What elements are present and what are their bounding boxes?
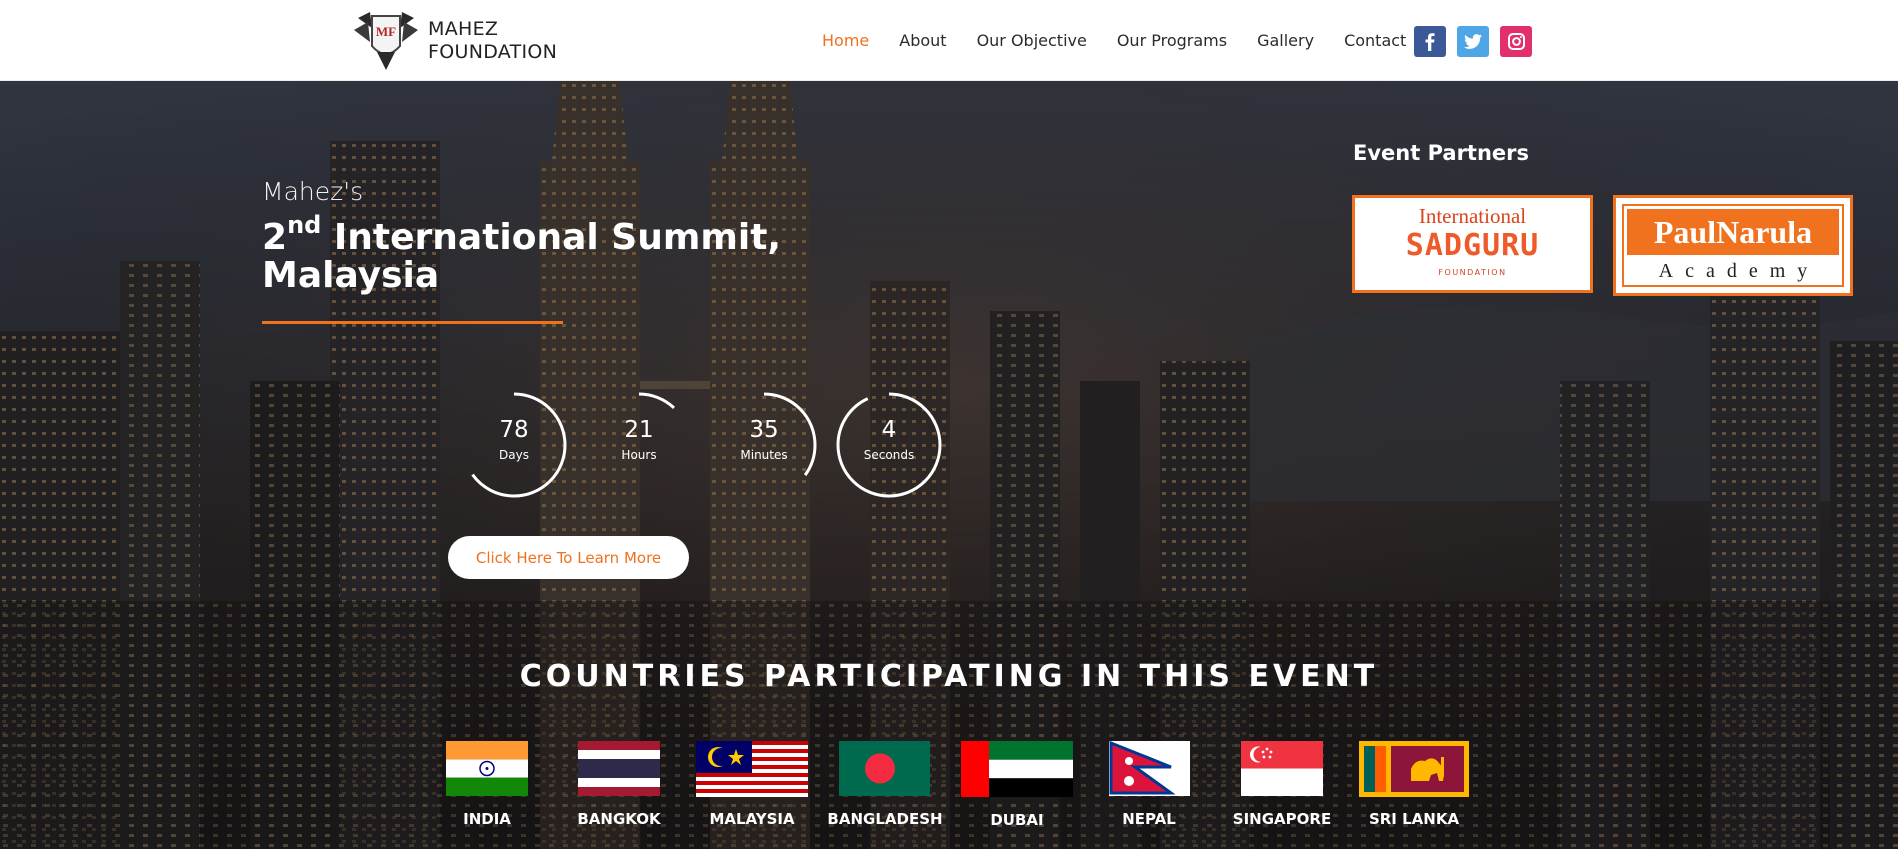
countdown-seconds: 4 Seconds — [835, 391, 943, 499]
country-label: DUBAI — [990, 811, 1044, 829]
country-bangkok: BANGKOK — [577, 741, 661, 828]
site-header: MF MAHEZ FOUNDATION Home About Our Objec… — [0, 0, 1898, 81]
countdown-hours-label: Hours — [621, 448, 657, 462]
thailand-flag-icon — [578, 741, 660, 796]
countdown-minutes-label: Minutes — [740, 448, 788, 462]
countdown-seconds-label: Seconds — [863, 448, 915, 462]
country-sri-lanka: SRI LANKA — [1359, 741, 1469, 828]
hero-section: Mahez's 2nd International Summit, Malays… — [0, 81, 1898, 849]
headline-ordinal-suffix: nd — [287, 211, 322, 239]
nav-our-objective[interactable]: Our Objective — [977, 31, 1087, 50]
hero-headline: 2nd International Summit, Malaysia — [262, 213, 822, 296]
countdown-minutes: 35 Minutes — [710, 391, 818, 499]
nepal-flag-icon — [1109, 741, 1190, 796]
logo-line-2: FOUNDATION — [428, 41, 558, 63]
social-links — [1414, 26, 1532, 57]
site-logo[interactable]: MF MAHEZ FOUNDATION — [350, 8, 565, 72]
sadguru-logo-top: International — [1418, 204, 1527, 228]
nav-about[interactable]: About — [899, 31, 946, 50]
country-label: BANGKOK — [577, 810, 661, 828]
paulnarula-logo-top: PaulNarula — [1627, 209, 1839, 255]
country-label: BANGLADESH — [827, 810, 943, 828]
countdown-days-ring — [461, 392, 567, 498]
country-india: INDIA — [446, 741, 528, 828]
srilanka-flag-icon — [1359, 741, 1469, 797]
logo-line-1: MAHEZ — [428, 18, 499, 40]
headline-location: Malaysia — [262, 255, 440, 296]
countdown-seconds-ring — [836, 392, 942, 498]
country-bangladesh: BANGLADESH — [827, 741, 943, 828]
countdown-hours-ring — [586, 392, 692, 498]
headline-ordinal: 2 — [262, 217, 288, 258]
main-nav: Home About Our Objective Our Programs Ga… — [822, 0, 1436, 81]
partner-paulnarula-logo[interactable]: PaulNarula Academy — [1613, 195, 1853, 296]
country-label: NEPAL — [1122, 810, 1176, 828]
countdown-days: 78 Days — [460, 391, 568, 499]
headline-title: International Summit, — [333, 217, 782, 258]
countdown-days-label: Days — [499, 448, 529, 462]
india-flag-icon — [446, 741, 528, 796]
country-label: MALAYSIA — [709, 810, 795, 828]
country-dubai: DUBAI — [961, 741, 1073, 829]
countdown-seconds-value: 4 — [881, 417, 897, 443]
country-singapore: SINGAPORE — [1233, 741, 1331, 828]
headline-underline — [262, 321, 563, 324]
bangladesh-flag-icon — [839, 741, 930, 796]
countdown-hours: 21 Hours — [585, 391, 693, 499]
country-nepal: NEPAL — [1109, 741, 1190, 828]
countdown-days-value: 78 — [499, 417, 529, 443]
countdown-minutes-ring — [711, 392, 817, 498]
svg-text:MF: MF — [376, 24, 396, 39]
nav-home[interactable]: Home — [822, 31, 869, 50]
facebook-icon[interactable] — [1414, 26, 1446, 57]
partner-sadguru-logo[interactable]: International SADGURU FOUNDATION — [1352, 195, 1593, 293]
singapore-flag-icon — [1241, 741, 1323, 796]
uae-flag-icon — [961, 741, 1073, 797]
paulnarula-logo-frame: PaulNarula Academy — [1622, 204, 1844, 287]
country-label: SRI LANKA — [1368, 810, 1460, 828]
countries-heading: COUNTRIES PARTICIPATING IN THIS EVENT — [519, 659, 1379, 694]
nav-contact[interactable]: Contact — [1344, 31, 1406, 50]
hero-kicker: Mahez's — [262, 177, 364, 206]
paulnarula-logo-bottom: Academy — [1658, 260, 1820, 282]
event-partners-heading: Event Partners — [1353, 141, 1530, 165]
nav-our-programs[interactable]: Our Programs — [1117, 31, 1227, 50]
nav-gallery[interactable]: Gallery — [1257, 31, 1314, 50]
learn-more-button[interactable]: Click Here To Learn More — [448, 536, 689, 579]
twitter-icon[interactable] — [1457, 26, 1489, 57]
malaysia-flag-icon — [696, 741, 808, 797]
logo-wordmark: MAHEZ FOUNDATION — [428, 18, 557, 64]
country-label: SINGAPORE — [1232, 810, 1332, 828]
logo-emblem-icon: MF — [354, 12, 418, 70]
country-malaysia: MALAYSIA — [696, 741, 808, 828]
countdown-hours-value: 21 — [624, 417, 654, 443]
country-label: INDIA — [463, 810, 511, 828]
country-flags-list: INDIA BANGKOK MALAYSIA BANGLADESH DUBAI … — [0, 741, 1898, 849]
sadguru-logo-main: SADGURU — [1405, 228, 1540, 263]
instagram-icon[interactable] — [1500, 26, 1532, 57]
sadguru-logo-bottom: FOUNDATION — [1438, 268, 1507, 277]
countdown-minutes-value: 35 — [749, 417, 779, 443]
